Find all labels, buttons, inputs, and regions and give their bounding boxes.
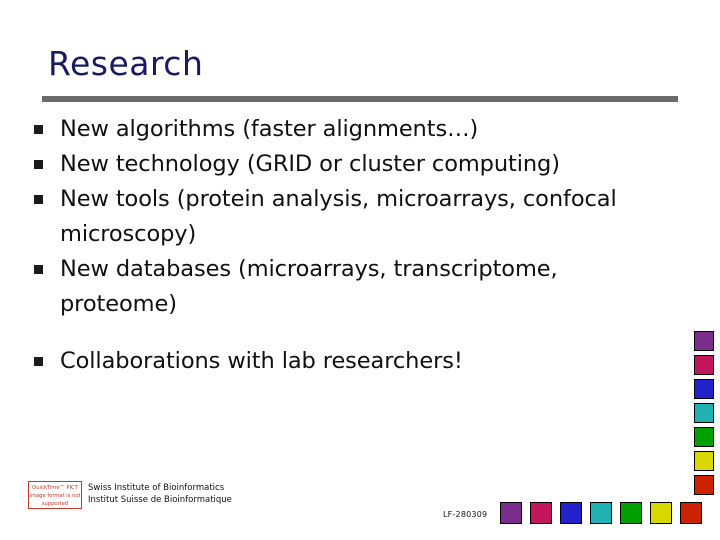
square-bullet-icon — [30, 147, 60, 169]
list-item: New tools (protein analysis, microarrays… — [30, 182, 680, 252]
list-item: New algorithms (faster alignments…) — [30, 112, 680, 147]
square-bullet-icon — [30, 182, 60, 204]
list-item: New databases (microarrays, transcriptom… — [30, 252, 680, 322]
organization-name-en: Swiss Institute of Bioinformatics — [88, 483, 225, 493]
list-item-label: New technology (GRID or cluster computin… — [60, 151, 560, 177]
list-item: New technology (GRID or cluster computin… — [30, 147, 680, 182]
color-chip — [620, 502, 642, 524]
square-bullet-icon — [30, 112, 60, 134]
bullet-list: New algorithms (faster alignments…) New … — [30, 112, 680, 379]
color-chip — [694, 451, 714, 471]
bottom-color-chip-strip — [500, 502, 702, 524]
broken-image-placeholder: QuickTime™ PICT Image format is not supp… — [28, 481, 82, 509]
color-chip — [590, 502, 612, 524]
list-item-label: New algorithms (faster alignments…) — [60, 116, 479, 142]
color-chip — [560, 502, 582, 524]
color-chip — [694, 475, 714, 495]
color-chip — [694, 427, 714, 447]
organization-footer: Swiss Institute of Bioinformatics Instit… — [88, 482, 232, 506]
document-code: LF-280309 — [443, 510, 488, 519]
list-item-label: Collaborations with lab researchers! — [60, 348, 463, 374]
color-chip — [530, 502, 552, 524]
color-chip — [694, 355, 714, 375]
right-color-chip-strip — [694, 331, 714, 495]
list-item-label: New tools (protein analysis, microarrays… — [60, 186, 617, 247]
color-chip — [680, 502, 702, 524]
color-chip — [694, 379, 714, 399]
list-item-label: New databases (microarrays, transcriptom… — [60, 256, 558, 317]
square-bullet-icon — [30, 344, 60, 366]
color-chip — [694, 331, 714, 351]
color-chip — [694, 403, 714, 423]
color-chip — [650, 502, 672, 524]
organization-name-fr: Institut Suisse de Bioinformatique — [88, 495, 232, 505]
title-divider — [42, 96, 678, 102]
slide-canvas: Research New algorithms (faster alignmen… — [0, 0, 720, 540]
color-chip — [500, 502, 522, 524]
square-bullet-icon — [30, 252, 60, 274]
list-item: Collaborations with lab researchers! — [30, 344, 680, 379]
page-title: Research — [48, 44, 204, 83]
